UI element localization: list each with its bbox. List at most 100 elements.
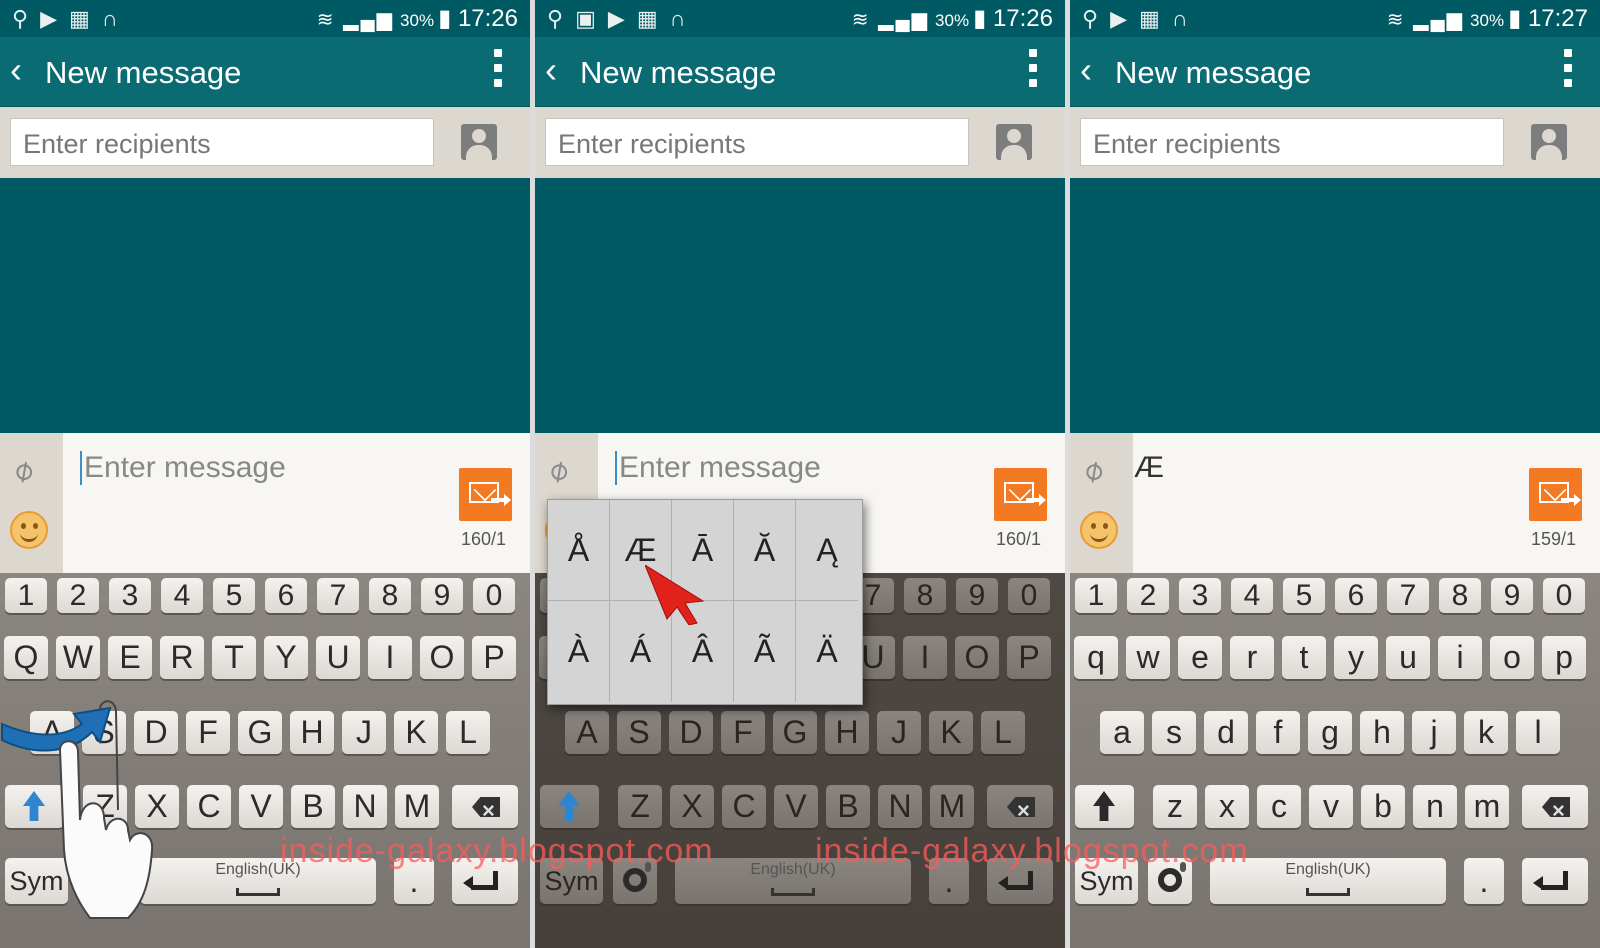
key-x[interactable]: X	[670, 785, 714, 828]
recipients-input[interactable]: Enter recipients	[10, 118, 434, 166]
key-1[interactable]: 1	[1075, 578, 1117, 613]
contact-picker-icon[interactable]	[996, 124, 1032, 160]
key-5[interactable]: 5	[213, 578, 255, 613]
key-3[interactable]: 3	[109, 578, 151, 613]
key-j[interactable]: J	[877, 711, 921, 754]
key-y[interactable]: y	[1334, 636, 1378, 679]
key-q[interactable]: Q	[4, 636, 48, 679]
key-9[interactable]: 9	[421, 578, 463, 613]
send-button[interactable]	[459, 468, 512, 521]
emoticon-icon[interactable]	[10, 511, 48, 549]
key-o[interactable]: o	[1490, 636, 1534, 679]
overflow-menu-icon[interactable]	[1564, 49, 1572, 94]
accent-option[interactable]: Å	[548, 500, 610, 601]
key-n[interactable]: N	[878, 785, 922, 828]
key-v[interactable]: v	[1309, 785, 1353, 828]
key-w[interactable]: w	[1126, 636, 1170, 679]
key-d[interactable]: D	[669, 711, 713, 754]
backspace-key[interactable]	[987, 785, 1053, 828]
key-v[interactable]: V	[774, 785, 818, 828]
key-0[interactable]: 0	[1008, 578, 1050, 613]
accent-option[interactable]: À	[548, 601, 610, 702]
back-icon[interactable]: ‹	[1080, 49, 1092, 91]
key-x[interactable]: x	[1205, 785, 1249, 828]
key-6[interactable]: 6	[265, 578, 307, 613]
contact-picker-icon[interactable]	[461, 124, 497, 160]
key-a[interactable]: A	[565, 711, 609, 754]
send-button[interactable]	[1529, 468, 1582, 521]
key-t[interactable]: T	[212, 636, 256, 679]
back-icon[interactable]: ‹	[10, 49, 22, 91]
key-8[interactable]: 8	[369, 578, 411, 613]
enter-key[interactable]	[1522, 858, 1588, 904]
key-g[interactable]: g	[1308, 711, 1352, 754]
key-h[interactable]: h	[1360, 711, 1404, 754]
key-c[interactable]: c	[1257, 785, 1301, 828]
key-2[interactable]: 2	[1127, 578, 1169, 613]
attach-icon[interactable]: ⌀	[541, 451, 576, 490]
key-4[interactable]: 4	[1231, 578, 1273, 613]
key-u[interactable]: U	[316, 636, 360, 679]
key-w[interactable]: W	[56, 636, 100, 679]
key-1[interactable]: 1	[5, 578, 47, 613]
key-s[interactable]: S	[617, 711, 661, 754]
key-d[interactable]: d	[1204, 711, 1248, 754]
key-r[interactable]: R	[160, 636, 204, 679]
key-i[interactable]: I	[903, 636, 947, 679]
key-n[interactable]: n	[1413, 785, 1457, 828]
key-e[interactable]: E	[108, 636, 152, 679]
key-k[interactable]: K	[394, 711, 438, 754]
shift-key[interactable]	[1075, 785, 1134, 828]
key-l[interactable]: l	[1516, 711, 1560, 754]
attach-icon[interactable]: ⌀	[6, 451, 41, 490]
recipients-input[interactable]: Enter recipients	[1080, 118, 1504, 166]
key-i[interactable]: i	[1438, 636, 1482, 679]
message-input[interactable]: Enter message	[615, 451, 821, 485]
key-e[interactable]: e	[1178, 636, 1222, 679]
key-j[interactable]: j	[1412, 711, 1456, 754]
key-h[interactable]: H	[825, 711, 869, 754]
key-s[interactable]: s	[1152, 711, 1196, 754]
key-q[interactable]: q	[1074, 636, 1118, 679]
key-9[interactable]: 9	[956, 578, 998, 613]
key-0[interactable]: 0	[1543, 578, 1585, 613]
key-6[interactable]: 6	[1335, 578, 1377, 613]
key-4[interactable]: 4	[161, 578, 203, 613]
key-v[interactable]: V	[239, 785, 283, 828]
key-h[interactable]: H	[290, 711, 334, 754]
key-9[interactable]: 9	[1491, 578, 1533, 613]
recipients-input[interactable]: Enter recipients	[545, 118, 969, 166]
key-b[interactable]: B	[826, 785, 870, 828]
backspace-key[interactable]	[452, 785, 518, 828]
overflow-menu-icon[interactable]	[1029, 49, 1037, 94]
key-y[interactable]: Y	[264, 636, 308, 679]
key-f[interactable]: F	[186, 711, 230, 754]
key-j[interactable]: J	[342, 711, 386, 754]
key-g[interactable]: G	[238, 711, 282, 754]
contact-picker-icon[interactable]	[1531, 124, 1567, 160]
key-o[interactable]: O	[955, 636, 999, 679]
back-icon[interactable]: ‹	[545, 49, 557, 91]
key-0[interactable]: 0	[473, 578, 515, 613]
key-f[interactable]: F	[721, 711, 765, 754]
key-5[interactable]: 5	[1283, 578, 1325, 613]
message-input[interactable]: Æ	[1132, 451, 1164, 485]
period-key[interactable]: .	[1464, 858, 1504, 904]
shift-key[interactable]	[540, 785, 599, 828]
attach-icon[interactable]: ⌀	[1076, 451, 1111, 490]
key-m[interactable]: M	[395, 785, 439, 828]
key-r[interactable]: r	[1230, 636, 1274, 679]
key-a[interactable]: a	[1100, 711, 1144, 754]
emoticon-icon[interactable]	[1080, 511, 1118, 549]
send-button[interactable]	[994, 468, 1047, 521]
key-k[interactable]: K	[929, 711, 973, 754]
message-input[interactable]: Enter message	[80, 451, 286, 485]
key-8[interactable]: 8	[904, 578, 946, 613]
key-7[interactable]: 7	[317, 578, 359, 613]
key-7[interactable]: 7	[1387, 578, 1429, 613]
backspace-key[interactable]	[1522, 785, 1588, 828]
key-p[interactable]: P	[1007, 636, 1051, 679]
key-i[interactable]: I	[368, 636, 412, 679]
accent-option[interactable]: Ą	[796, 500, 858, 601]
key-m[interactable]: m	[1465, 785, 1509, 828]
